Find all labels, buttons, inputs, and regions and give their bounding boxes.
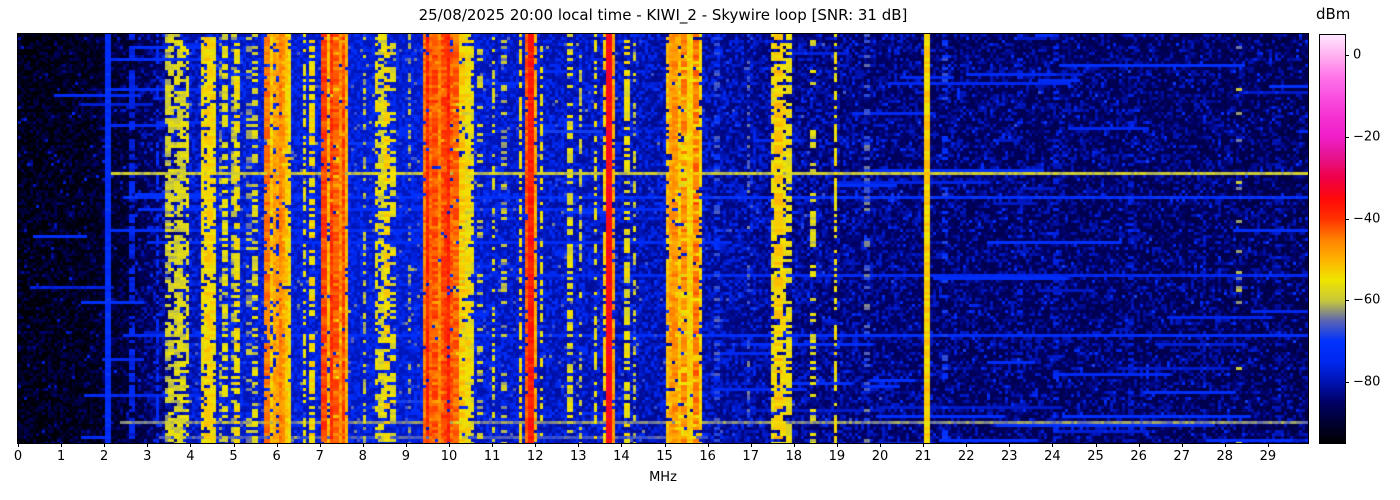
x-axis-label: MHz (649, 470, 677, 485)
colorbar-frame (1319, 34, 1346, 444)
plot-frame (17, 33, 1309, 444)
x-tick-label: 21 (914, 449, 932, 464)
x-tick-mark (1224, 443, 1226, 447)
x-tick-mark (405, 443, 407, 447)
x-tick-label: 19 (828, 449, 846, 464)
x-tick-mark (362, 443, 364, 447)
x-tick-mark (492, 443, 494, 447)
colorbar-tick-mark (1345, 55, 1349, 57)
chart-title: 25/08/2025 20:00 local time - KIWI_2 - S… (418, 6, 908, 24)
colorbar-tick-mark (1345, 300, 1349, 302)
x-tick-label: 11 (483, 449, 501, 464)
x-tick-mark (664, 443, 666, 447)
x-tick-label: 25 (1087, 449, 1104, 464)
x-tick-mark (1052, 443, 1054, 447)
x-tick-label: 22 (957, 449, 975, 464)
x-tick-label: 5 (229, 449, 238, 464)
x-tick-label: 12 (526, 449, 544, 464)
x-tick-label: 2 (100, 449, 109, 464)
colorbar-tick-mark (1345, 137, 1349, 138)
x-tick-mark (18, 443, 19, 447)
spectrogram-figure: 25/08/2025 20:00 local time - KIWI_2 - S… (0, 0, 1400, 500)
x-tick-mark (1181, 443, 1183, 447)
x-tick-label: 4 (186, 449, 195, 464)
x-tick-mark (1138, 443, 1140, 447)
x-tick-mark (276, 443, 278, 447)
x-tick-label: 17 (742, 449, 759, 464)
x-tick-mark (578, 443, 580, 447)
colorbar-tick-label: −20 (1353, 129, 1381, 145)
x-tick-label: 9 (401, 449, 411, 464)
x-tick-label: 29 (1259, 449, 1277, 464)
x-tick-label: 20 (871, 449, 889, 464)
x-tick-mark (880, 443, 881, 447)
x-tick-mark (793, 443, 795, 447)
x-tick-label: 15 (656, 449, 673, 464)
spectrogram-heatmap (18, 34, 1308, 443)
x-tick-mark (750, 443, 752, 447)
x-tick-mark (836, 443, 838, 447)
x-tick-label: 18 (785, 449, 803, 464)
x-tick-label: 0 (13, 449, 23, 464)
x-tick-label: 1 (56, 449, 66, 464)
colorbar-unit-label: dBm (1316, 5, 1351, 23)
x-tick-label: 6 (272, 449, 281, 464)
colorbar-tick-mark (1345, 218, 1349, 220)
x-tick-label: 13 (570, 449, 587, 464)
colorbar-gradient (1320, 35, 1345, 443)
x-tick-mark (319, 443, 321, 447)
x-tick-mark (190, 443, 192, 447)
x-tick-mark (923, 443, 925, 447)
x-tick-mark (104, 443, 106, 447)
x-tick-mark (61, 443, 63, 447)
x-tick-label: 23 (1001, 449, 1018, 464)
x-tick-mark (1009, 443, 1011, 447)
colorbar-tick-mark (1345, 381, 1349, 383)
x-tick-mark (233, 443, 235, 447)
x-tick-mark (966, 443, 968, 447)
x-tick-label: 7 (315, 449, 324, 464)
colorbar-tick-label: −60 (1353, 292, 1381, 308)
x-tick-label: 14 (613, 449, 630, 464)
x-tick-label: 10 (440, 449, 458, 464)
x-tick-mark (1267, 443, 1269, 447)
x-tick-label: 16 (699, 449, 716, 464)
colorbar-tick-label: 0 (1353, 47, 1362, 63)
x-tick-mark (449, 443, 450, 447)
x-tick-mark (707, 443, 709, 447)
x-tick-mark (1095, 443, 1097, 447)
x-tick-mark (621, 443, 623, 447)
colorbar-tick-label: −40 (1353, 211, 1381, 227)
colorbar-tick-label: −80 (1353, 374, 1381, 390)
x-tick-label: 27 (1173, 449, 1190, 464)
x-tick-label: 28 (1216, 449, 1234, 464)
x-tick-label: 24 (1044, 449, 1061, 464)
x-tick-label: 8 (358, 449, 367, 464)
x-tick-mark (535, 443, 537, 447)
x-tick-mark (147, 443, 149, 447)
x-tick-label: 3 (143, 449, 152, 464)
x-tick-label: 26 (1130, 449, 1147, 464)
